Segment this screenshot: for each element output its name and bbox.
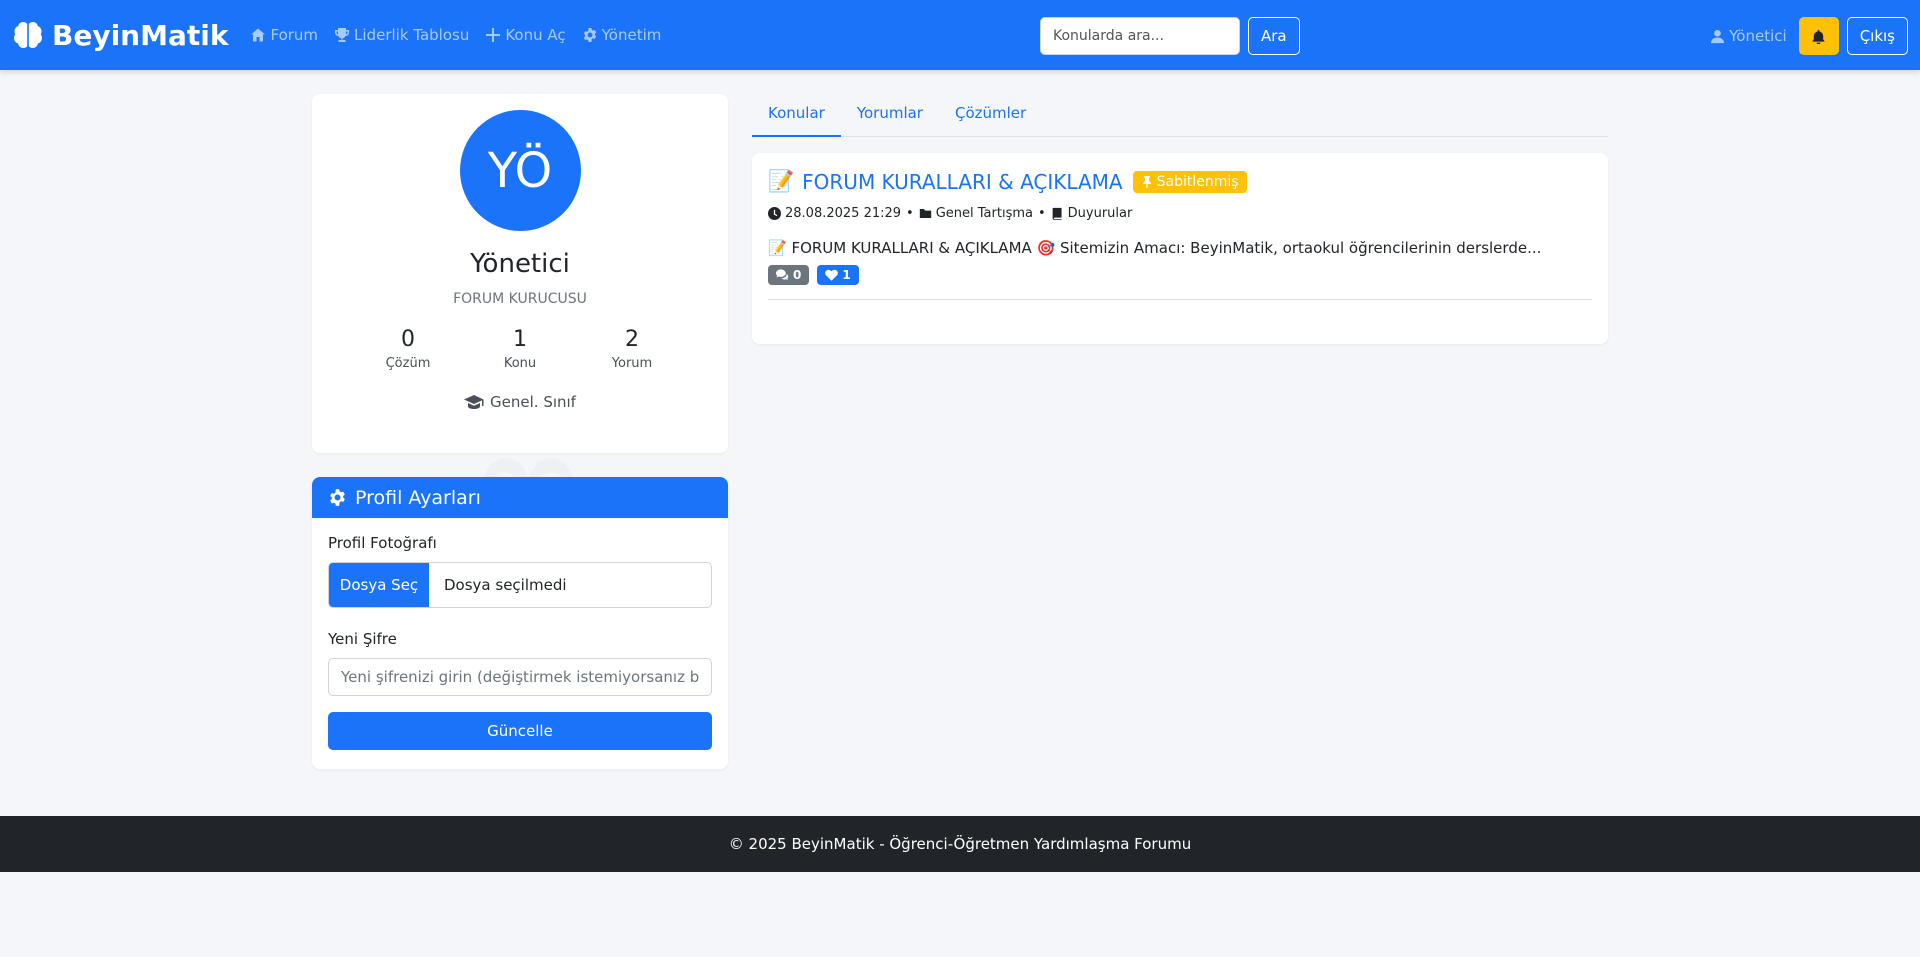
topic-title-row: 📝 FORUM KURALLARI & AÇIKLAMA Sabitlenmiş [768, 169, 1592, 194]
meta-separator: • [906, 206, 914, 221]
logout-button[interactable]: Çıkış [1846, 17, 1908, 55]
nav-leaderboard[interactable]: Liderlik Tablosu [334, 26, 469, 44]
like-count-badge: 1 [817, 265, 859, 285]
profile-tabs: Konular Yorumlar Çözümler [752, 94, 1608, 137]
stat-solutions: 0 Çözüm [368, 327, 448, 371]
stat-value: 2 [625, 327, 639, 352]
nav-forum-label: Forum [270, 26, 319, 44]
stat-comments: 2 Yorum [592, 327, 672, 371]
tab-comments[interactable]: Yorumlar [841, 94, 939, 137]
user-name: Yönetici [1729, 27, 1787, 45]
choose-file-button[interactable]: Dosya Seç [329, 563, 429, 607]
graduation-cap-icon [464, 395, 484, 409]
stat-label: Konu [503, 356, 537, 371]
new-password-input[interactable] [328, 658, 712, 696]
profile-name: Yönetici [470, 249, 570, 279]
folder-icon [919, 209, 931, 218]
pinned-label: Sabitlenmiş [1156, 173, 1239, 190]
brain-icon [14, 22, 42, 48]
profile-settings-card: Profil Ayarları Profil Fotoğrafı Dosya S… [312, 477, 728, 769]
navbar: BeyinMatik Forum Liderlik Tablosu Konu A… [0, 0, 1920, 70]
update-button[interactable]: Güncelle [328, 712, 712, 750]
brand-name: BeyinMatik [52, 18, 229, 52]
pinned-badge: Sabitlenmiş [1132, 170, 1247, 193]
nav-leaderboard-label: Liderlik Tablosu [354, 26, 470, 44]
topic-list-card: 📝 FORUM KURALLARI & AÇIKLAMA Sabitlenmiş… [752, 153, 1608, 344]
footer: © 2025 BeyinMatik - Öğrenci-Öğretmen Yar… [0, 816, 1920, 872]
search-form: Ara [1040, 17, 1300, 55]
plus-icon [486, 28, 501, 42]
search-button[interactable]: Ara [1248, 17, 1300, 55]
stat-value: 0 [401, 327, 415, 352]
home-icon [251, 28, 266, 42]
topic-category[interactable]: Genel Tartışma [936, 206, 1033, 221]
comment-count-badge: 0 [768, 265, 810, 285]
memo-icon: 📝 [768, 169, 795, 193]
bell-icon [1812, 29, 1825, 44]
settings-body: Profil Fotoğrafı Dosya Seç Dosya seçilme… [312, 518, 728, 766]
nav-new-topic-label: Konu Aç [505, 26, 566, 44]
like-count: 1 [842, 268, 851, 282]
trophy-icon [335, 28, 350, 42]
nav-right: Yönetici Çıkış [1710, 17, 1908, 55]
topic-badges: 0 1 [768, 265, 1592, 285]
comments-icon [776, 269, 789, 280]
search-input[interactable] [1040, 17, 1240, 55]
tab-solutions[interactable]: Çözümler [939, 94, 1042, 137]
photo-label: Profil Fotoğrafı [328, 534, 437, 552]
stat-label: Çözüm [385, 356, 431, 371]
heart-icon [825, 269, 839, 281]
grade-label: Genel. Sınıf [490, 393, 576, 411]
profile-grade: Genel. Sınıf [312, 393, 728, 411]
profile-stats: 0 Çözüm 1 Konu 2 Yorum [312, 327, 728, 371]
topic-meta: 28.08.2025 21:29 • Genel Tartışma • Duyu… [768, 206, 1592, 221]
topic-subcategory[interactable]: Duyurular [1068, 206, 1133, 221]
topic-excerpt: 📝 FORUM KURALLARI & AÇIKLAMA 🎯 Sitemizin… [768, 239, 1542, 257]
clock-icon [768, 207, 781, 220]
comment-count: 0 [793, 268, 802, 282]
profile-card: YÖ Yönetici FORUM KURUCUSU 0 Çözüm 1 Kon… [312, 94, 728, 453]
topic-title-link[interactable]: FORUM KURALLARI & AÇIKLAMA [802, 170, 1122, 194]
tab-topics[interactable]: Konular [752, 94, 841, 137]
avatar: YÖ [459, 110, 581, 231]
nav-new-topic[interactable]: Konu Aç [485, 26, 566, 44]
notifications-button[interactable] [1798, 17, 1839, 55]
nav-admin[interactable]: Yönetim [582, 26, 662, 44]
nav-forum[interactable]: Forum [250, 26, 318, 44]
gear-icon [330, 489, 345, 506]
pin-icon [1142, 175, 1151, 188]
nav-admin-label: Yönetim [601, 26, 662, 44]
profile-role: FORUM KURUCUSU [453, 291, 587, 307]
meta-separator: • [1037, 206, 1046, 221]
book-icon [1052, 207, 1062, 220]
stat-label: Yorum [611, 356, 653, 371]
password-label: Yeni Şifre [328, 630, 397, 648]
user-icon [1711, 29, 1725, 43]
topic-divider [768, 299, 1592, 300]
file-status: Dosya seçilmedi [444, 576, 567, 594]
settings-header: Profil Ayarları [312, 477, 728, 518]
footer-text: © 2025 BeyinMatik - Öğrenci-Öğretmen Yar… [728, 835, 1192, 853]
stat-topics: 1 Konu [480, 327, 560, 371]
gear-icon [583, 28, 596, 42]
brand-link[interactable]: BeyinMatik [12, 19, 228, 52]
user-menu[interactable]: Yönetici [1710, 27, 1787, 45]
stat-value: 1 [513, 327, 527, 352]
settings-title: Profil Ayarları [355, 486, 481, 509]
topic-date: 28.08.2025 21:29 [785, 206, 902, 221]
file-input[interactable]: Dosya Seç Dosya seçilmedi [328, 562, 712, 608]
